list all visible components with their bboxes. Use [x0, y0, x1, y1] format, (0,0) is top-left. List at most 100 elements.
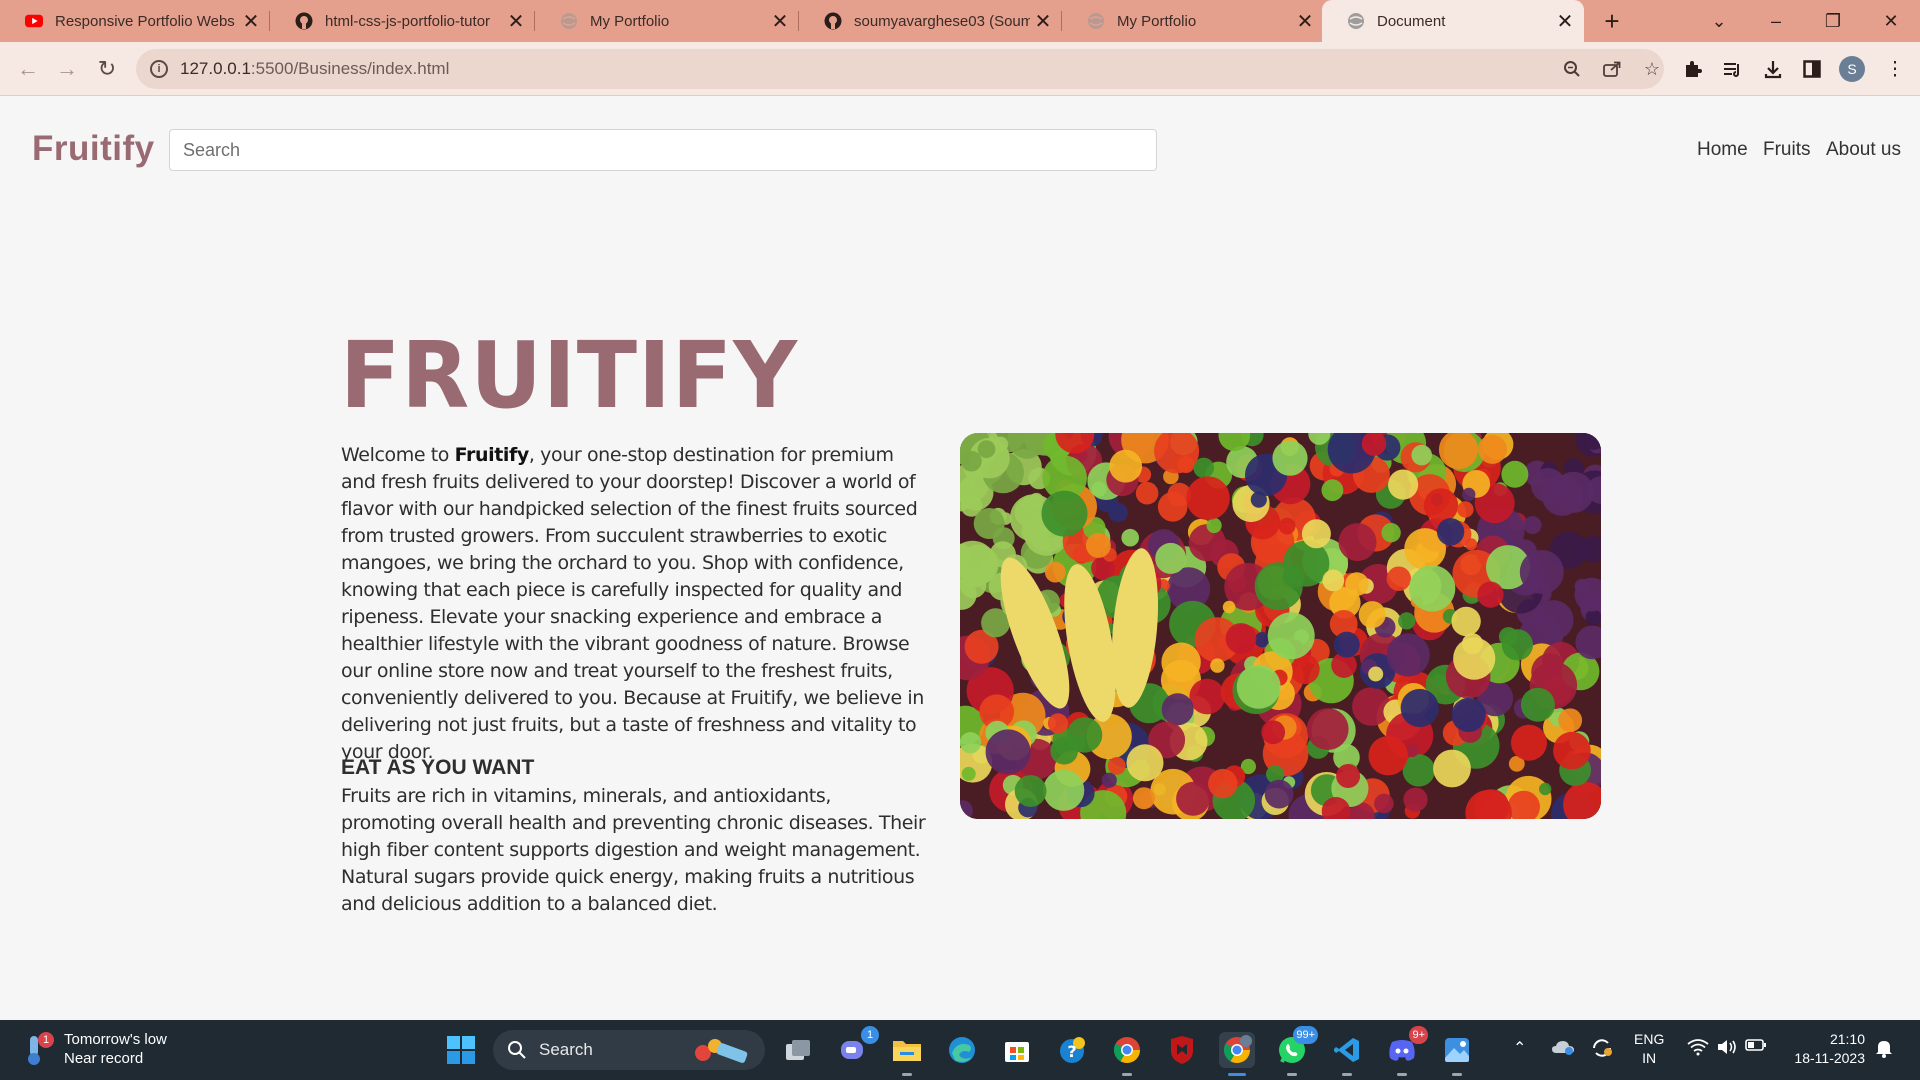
sync-icon[interactable] [1590, 1038, 1614, 1063]
restore-button[interactable]: ❐ [1810, 0, 1856, 42]
site-info-icon[interactable]: i [150, 60, 168, 78]
address-bar[interactable]: i 127.0.0.1:5500/Business/index.html ☆ [136, 49, 1664, 89]
weather-badge: 1 [38, 1032, 54, 1048]
language-code: ENG [1634, 1031, 1665, 1047]
weather-line-1: Tomorrow's low [64, 1031, 167, 1048]
notification-bell-icon[interactable] [1875, 1038, 1893, 1063]
nav-about-link[interactable]: About us [1826, 139, 1901, 161]
edge-icon[interactable] [944, 1032, 980, 1068]
intro-paragraph: Welcome to Fruitify, your one-stop desti… [341, 444, 924, 763]
whatsapp-badge: 99+ [1293, 1026, 1318, 1044]
teams-badge: 1 [861, 1026, 879, 1044]
battery-icon[interactable] [1745, 1038, 1767, 1057]
photos-icon[interactable] [1439, 1032, 1475, 1076]
clock-time: 21:10 [1829, 1031, 1865, 1047]
fruits-photo [960, 433, 1601, 819]
benefits-paragraph: Fruits are rich in vitamins, minerals, a… [341, 785, 926, 915]
running-indicator [1397, 1073, 1407, 1076]
site-search-input[interactable] [169, 129, 1157, 171]
tab-html-css-js-portfolio[interactable]: html-css-js-portfolio-tutor ✕ [270, 0, 535, 42]
close-icon[interactable]: ✕ [503, 9, 529, 34]
clock-date: 18-11-2023 [1794, 1050, 1865, 1066]
teams-chat-icon[interactable]: 1 [835, 1026, 879, 1068]
close-icon[interactable]: ✕ [1552, 9, 1578, 34]
close-icon[interactable]: ✕ [238, 9, 264, 34]
reload-button[interactable]: ↻ [91, 53, 123, 85]
chrome-profile-icon[interactable] [1219, 1032, 1255, 1076]
tab-my-portfolio-2[interactable]: My Portfolio ✕ [1062, 0, 1324, 42]
start-button[interactable] [443, 1032, 479, 1068]
globe-icon [560, 12, 578, 30]
tab-responsive-portfolio[interactable]: Responsive Portfolio Webs ✕ [0, 0, 270, 42]
nav-fruits-link[interactable]: Fruits [1763, 139, 1811, 161]
running-indicator [1122, 1073, 1132, 1076]
chrome-icon[interactable] [1109, 1032, 1145, 1076]
tab-title: Responsive Portfolio Webs [55, 12, 235, 30]
tab-title: soumyavarghese03 (Soumy [854, 12, 1030, 30]
github-icon [295, 12, 313, 30]
onedrive-icon[interactable] [1551, 1038, 1575, 1061]
reading-list-icon[interactable] [1718, 54, 1748, 84]
profile-avatar[interactable]: S [1839, 56, 1865, 82]
svg-text:?: ? [1067, 1042, 1076, 1061]
discord-icon[interactable]: 9+ [1384, 1026, 1428, 1076]
active-indicator [1228, 1073, 1246, 1076]
microsoft-store-icon[interactable] [999, 1032, 1035, 1068]
bookmark-star-icon[interactable]: ☆ [1640, 59, 1664, 79]
running-indicator [1452, 1073, 1462, 1076]
youtube-icon [25, 12, 43, 30]
back-button[interactable]: ← [12, 53, 44, 85]
section-heading: EAT AS YOU WANT [341, 756, 535, 779]
tab-title: My Portfolio [1117, 12, 1197, 30]
windows-taskbar: 1 Tomorrow's low Near record Search 1 ? [0, 1020, 1920, 1080]
system-clock[interactable]: 21:10 18-11-2023 [1785, 1030, 1865, 1068]
site-logo[interactable]: Fruitify [32, 129, 155, 169]
forward-button[interactable]: → [51, 53, 83, 85]
url-text: 127.0.0.1:5500/Business/index.html [180, 59, 450, 78]
tab-my-portfolio-1[interactable]: My Portfolio ✕ [535, 0, 799, 42]
mcafee-icon[interactable] [1164, 1032, 1200, 1068]
running-indicator [1287, 1073, 1297, 1076]
close-icon[interactable]: ✕ [1292, 9, 1318, 34]
wifi-icon[interactable] [1687, 1038, 1709, 1061]
taskbar-search[interactable]: Search [493, 1030, 765, 1070]
file-explorer-icon[interactable] [889, 1032, 925, 1076]
web-page: Fruitify Home Fruits About us FRUITIFY W… [0, 97, 1920, 1020]
weather-line-2: Near record [64, 1050, 144, 1067]
tab-title: html-css-js-portfolio-tutor [325, 12, 491, 30]
browser-toolbar: ← → ↻ i 127.0.0.1:5500/Business/index.ht… [0, 42, 1920, 96]
share-icon[interactable] [1600, 59, 1624, 79]
volume-icon[interactable] [1716, 1038, 1738, 1061]
menu-kebab-icon[interactable]: ⋮ [1880, 54, 1910, 84]
whatsapp-icon[interactable]: 99+ [1274, 1026, 1318, 1076]
github-icon [824, 12, 842, 30]
tab-search-button[interactable]: ⌄ [1696, 0, 1742, 42]
discord-badge: 9+ [1409, 1026, 1428, 1044]
running-indicator [902, 1073, 912, 1076]
language-indicator[interactable]: ENG IN [1634, 1030, 1664, 1068]
globe-icon [1347, 12, 1365, 30]
help-icon[interactable]: ? [1054, 1032, 1090, 1068]
search-icon [508, 1041, 526, 1059]
close-icon[interactable]: ✕ [1030, 9, 1056, 34]
running-indicator [1342, 1073, 1352, 1076]
close-icon[interactable]: ✕ [767, 9, 793, 34]
close-window-button[interactable]: ✕ [1868, 0, 1914, 42]
hero-title: FRUITIFY [340, 322, 798, 429]
task-view-icon[interactable] [780, 1032, 816, 1068]
nav-home-link[interactable]: Home [1697, 139, 1748, 161]
chevron-up-icon[interactable]: ⌃ [1513, 1038, 1526, 1058]
weather-widget[interactable]: 1 Tomorrow's low Near record [24, 1030, 167, 1068]
vscode-icon[interactable] [1329, 1032, 1365, 1076]
download-icon[interactable] [1758, 54, 1788, 84]
side-panel-icon[interactable] [1797, 54, 1827, 84]
extensions-icon[interactable] [1678, 54, 1708, 84]
zoom-icon[interactable] [1560, 59, 1584, 79]
new-tab-button[interactable]: + [1597, 0, 1627, 42]
taskbar-search-label: Search [539, 1040, 593, 1059]
minimize-button[interactable]: – [1753, 0, 1799, 42]
tab-title: Document [1377, 12, 1446, 30]
tab-soumyavarghese03[interactable]: soumyavarghese03 (Soumy ✕ [799, 0, 1062, 42]
region-code: IN [1642, 1050, 1657, 1066]
tab-document[interactable]: Document ✕ [1322, 0, 1584, 42]
